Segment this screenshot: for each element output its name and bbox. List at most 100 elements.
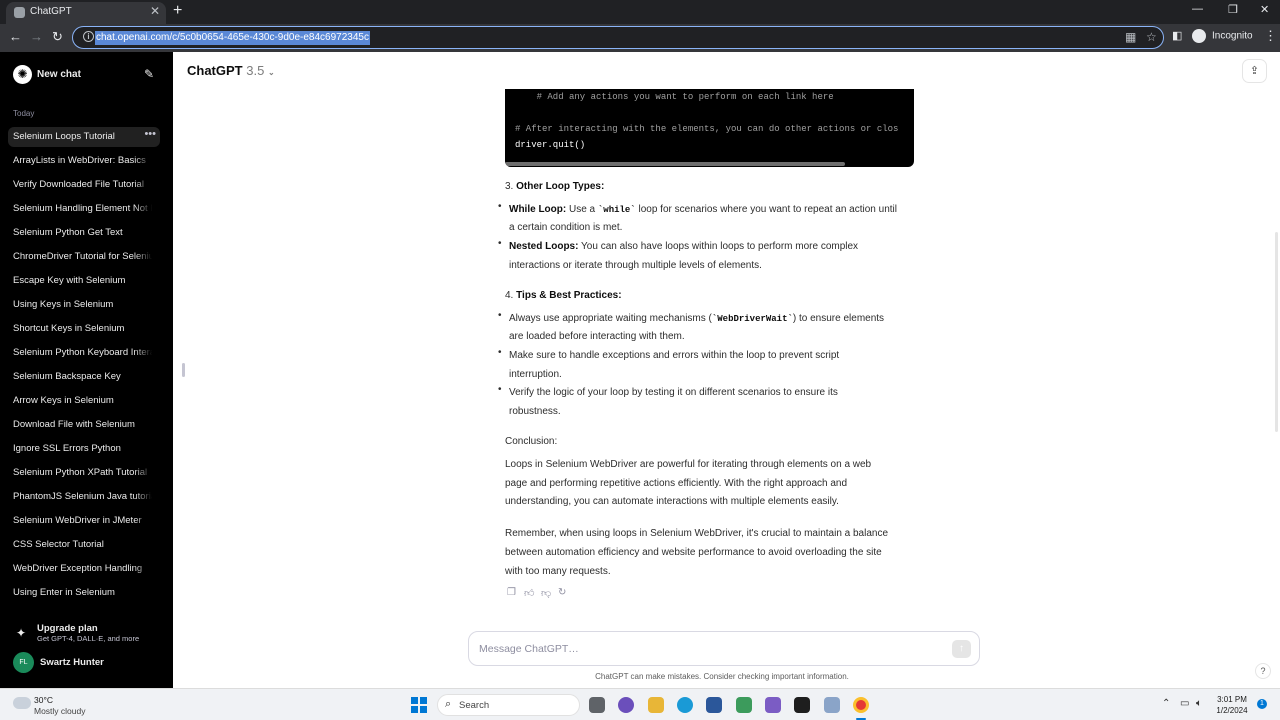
model-selector[interactable]: ChatGPT 3.5 ⌄	[187, 63, 275, 78]
side-panel-icon[interactable]: ◧	[1172, 29, 1182, 42]
share-icon[interactable]: ⇪	[1242, 59, 1267, 83]
text-fade-overlay	[134, 271, 160, 291]
chevron-up-icon[interactable]: ⌃	[1162, 698, 1170, 709]
terminal-icon[interactable]	[794, 697, 810, 713]
send-button[interactable]: ↑	[952, 640, 971, 658]
thumbs-down-icon[interactable]: 👎︎	[541, 587, 551, 599]
text-fade-overlay	[134, 295, 160, 315]
user-name[interactable]: Swartz Hunter	[40, 657, 104, 668]
sidebar-history-item[interactable]: Selenium Python Get Text	[8, 223, 160, 243]
sidebar-history-item[interactable]: ChromeDriver Tutorial for Seleniu	[8, 247, 160, 267]
code-horizontal-scrollbar[interactable]	[505, 162, 845, 166]
sidebar-history-item[interactable]: Ignore SSL Errors Python	[8, 439, 160, 459]
maximize-button[interactable]: ❐	[1228, 3, 1238, 16]
sidebar-history-item[interactable]: Shortcut Keys in Selenium	[8, 319, 160, 339]
upgrade-plan-button[interactable]: Upgrade plan	[37, 623, 98, 634]
list-text: Use a	[566, 204, 598, 215]
help-button[interactable]: ?	[1255, 663, 1271, 679]
list-item-title: Nested Loops:	[509, 241, 579, 252]
paragraph-line: with too many requests.	[505, 566, 611, 577]
new-chat-button[interactable]: New chat	[37, 69, 81, 80]
list-text: a certain condition is met.	[509, 222, 623, 233]
qr-code-icon[interactable]: ▦	[1125, 30, 1136, 44]
message-composer[interactable]: Message ChatGPT… ↑	[468, 631, 980, 666]
inline-code: `WebDriverWait`	[711, 314, 793, 324]
chat-app-icon[interactable]	[618, 697, 634, 713]
text-fade-overlay	[134, 367, 160, 387]
text-fade-overlay	[134, 223, 160, 243]
sidebar-history-item[interactable]: Escape Key with Selenium	[8, 271, 160, 291]
code-line: # Add any actions you want to perform on…	[515, 92, 834, 102]
reload-icon[interactable]: ↻	[52, 29, 63, 45]
incognito-indicator[interactable]: Incognito	[1192, 29, 1253, 43]
sidebar-history-item[interactable]: Arrow Keys in Selenium	[8, 391, 160, 411]
windows-start-icon[interactable]	[411, 697, 427, 713]
chat-scrollbar[interactable]	[1275, 232, 1278, 432]
chrome-icon[interactable]	[853, 697, 869, 713]
sidebar-history-item[interactable]: Selenium WebDriver in JMeter	[8, 511, 160, 531]
sidebar-history-item[interactable]: Selenium Handling Element Not F	[8, 199, 160, 219]
regenerate-icon[interactable]: ↻	[558, 587, 566, 598]
window-close-button[interactable]: ✕	[1260, 3, 1269, 16]
sidebar-history-item[interactable]: ArrayLists in WebDriver: Basics	[8, 151, 160, 171]
address-bar[interactable]: i chat.openai.com/c/5c0b0654-465e-430c-9…	[72, 26, 1164, 49]
list-text: robustness.	[509, 406, 561, 417]
thumbs-up-icon[interactable]: 👍︎	[524, 587, 534, 599]
site-info-icon[interactable]: i	[83, 31, 94, 42]
sidebar-history-item[interactable]: Selenium Python XPath Tutorial	[8, 463, 160, 483]
section-heading: 4. Tips & Best Practices:	[505, 287, 622, 306]
image-app-icon[interactable]	[824, 697, 840, 713]
volume-icon[interactable]: 🔈︎	[1196, 698, 1202, 709]
notification-badge[interactable]: 1	[1257, 699, 1267, 709]
sidebar-history-item[interactable]: Using Keys in Selenium	[8, 295, 160, 315]
forward-arrow-icon[interactable]: →	[30, 29, 43, 44]
task-view-icon[interactable]	[589, 697, 605, 713]
network-icon[interactable]: ▭	[1180, 698, 1189, 709]
more-options-icon[interactable]: •••	[144, 128, 156, 140]
store-icon[interactable]	[706, 697, 722, 713]
list-text: Always use appropriate waiting mechanism…	[509, 313, 712, 324]
tab-close-icon[interactable]: ✕	[150, 4, 160, 18]
list-text: ) to ensure elements	[792, 313, 885, 324]
sidebar-resize-handle[interactable]	[182, 363, 185, 377]
bullet-icon: •	[498, 384, 502, 395]
file-explorer-icon[interactable]	[648, 697, 664, 713]
sidebar-history-item[interactable]: Download File with Selenium	[8, 415, 160, 435]
sidebar-history-item[interactable]: WebDriver Exception Handling	[8, 559, 160, 579]
disclaimer-text: ChatGPT can make mistakes. Consider chec…	[595, 672, 849, 681]
sidebar-history-item[interactable]: Selenium Python Keyboard Intera	[8, 343, 160, 363]
minimize-button[interactable]: —	[1192, 3, 1203, 15]
bullet-icon: •	[498, 310, 502, 321]
text-fade-overlay	[134, 151, 160, 171]
vs-code-icon[interactable]	[765, 697, 781, 713]
sidebar-history-item[interactable]: Verify Downloaded File Tutorial	[8, 175, 160, 195]
url-text[interactable]: chat.openai.com/c/5c0b0654-465e-430c-9d0…	[95, 31, 370, 45]
bookmark-star-icon[interactable]: ☆	[1146, 30, 1157, 44]
text-fade-overlay	[134, 511, 160, 531]
sidebar-history-item[interactable]: Selenium Loops Tutorial •••	[8, 127, 160, 147]
taskbar-search[interactable]: ⌕ Search	[437, 694, 580, 716]
openai-logo-icon[interactable]: ✺	[13, 65, 32, 84]
edge-browser-icon[interactable]	[677, 697, 693, 713]
browser-tab[interactable]: ChatGPT ✕	[6, 2, 166, 24]
browser-menu-icon[interactable]: ⋮	[1264, 28, 1277, 44]
sidebar-history-item[interactable]: CSS Selector Tutorial	[8, 535, 160, 555]
history-item-label: Arrow Keys in Selenium	[13, 395, 114, 406]
tab-title: ChatGPT	[30, 6, 72, 17]
new-chat-edit-icon[interactable]: ✎	[144, 67, 154, 81]
sidebar-history-item[interactable]: PhantomJS Selenium Java tutoria	[8, 487, 160, 507]
text-fade-overlay	[134, 391, 160, 411]
weather-temperature[interactable]: 30°C	[34, 695, 53, 705]
new-tab-button[interactable]: +	[173, 2, 182, 20]
back-arrow-icon[interactable]: ←	[9, 29, 22, 44]
code-block: # Add any actions you want to perform on…	[505, 89, 914, 167]
list-text: You can also have loops within loops to …	[578, 241, 859, 252]
user-avatar[interactable]: FL	[13, 652, 34, 673]
spreadsheet-app-icon[interactable]	[736, 697, 752, 713]
system-clock[interactable]: 3:01 PM 1/2/2024	[1210, 694, 1254, 716]
sidebar-history-item[interactable]: Selenium Backspace Key	[8, 367, 160, 387]
sidebar-history-item[interactable]: Using Enter in Selenium	[8, 583, 160, 603]
weather-description[interactable]: Mostly cloudy	[34, 706, 86, 716]
message-input[interactable]: Message ChatGPT…	[479, 643, 579, 655]
copy-icon[interactable]: ❐	[507, 587, 516, 598]
